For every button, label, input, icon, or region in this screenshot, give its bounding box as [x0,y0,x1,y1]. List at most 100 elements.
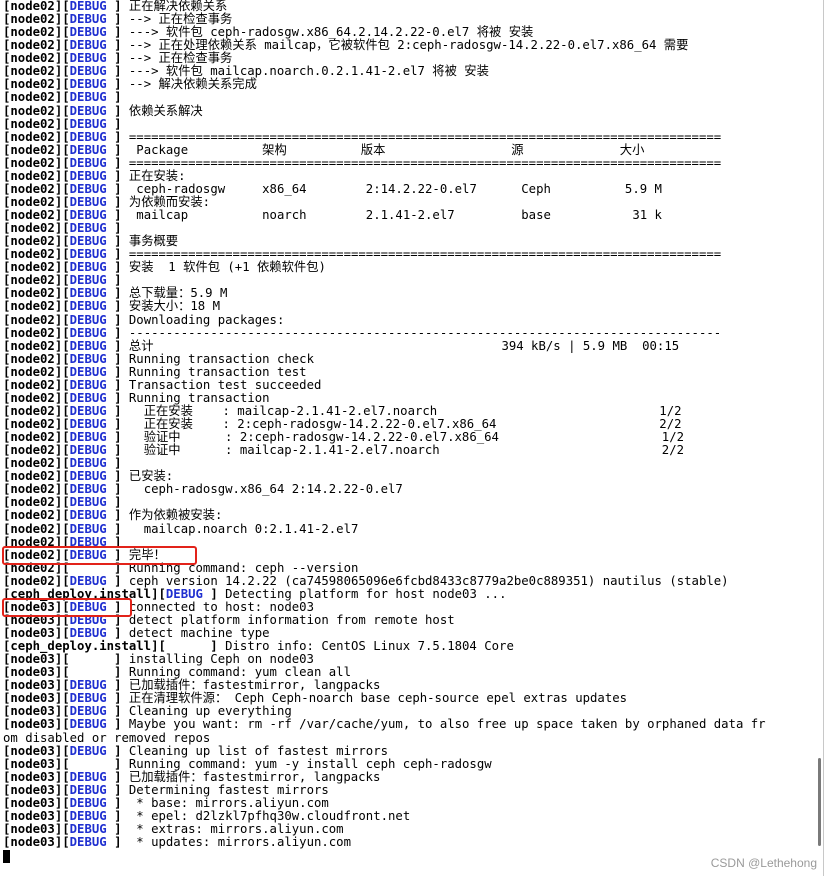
line-level: DEBUG [69,430,107,445]
line-host: node03 [10,808,55,823]
line-message: Transaction test succeeded [128,377,322,392]
line-message: --> 正在检查事务 [128,12,233,27]
line-level: DEBUG [69,116,107,131]
line-host: node02 [10,142,55,157]
highlight-box-complete [2,546,197,565]
line-message: Running command: yum clean all [128,665,351,680]
line-message: Detecting platform for host node03 ... [225,586,507,601]
line-level: DEBUG [69,717,107,732]
line-message: Running command: yum -y install ceph cep… [128,756,492,771]
line-level: DEBUG [69,808,107,823]
line-host: node02 [10,208,55,222]
line-message: * base: mirrors.aliyun.com [128,795,329,810]
line-host: node02 [10,521,55,536]
line-host: node02 [10,77,55,92]
line-message: ========================================… [128,155,722,170]
line-message: detect machine type [128,626,270,640]
line-host: node02 [10,116,55,131]
line-message: * updates: mirrors.aliyun.com [128,835,351,849]
line-host: node02 [10,508,55,523]
line-message: om disabled or removed repos [3,730,211,745]
line-level: DEBUG [69,194,107,209]
line-host: node02 [10,390,55,405]
line-message: 安装大小：18 M [128,299,220,314]
line-message: 正在安装 : 2:ceph-radosgw-14.2.22-0.el7.x86_… [128,417,682,431]
line-host: node02 [10,403,55,418]
highlight-box-node03 [2,598,132,617]
line-message: Running transaction check [128,351,314,366]
line-host: node02 [10,181,55,196]
line-level: DEBUG [69,573,107,588]
line-host: node02 [10,469,55,484]
line-message: Running transaction [128,390,270,405]
line-host: node02 [10,573,55,588]
line-host: node02 [10,417,55,431]
line-level: DEBUG [69,77,107,92]
line-message: ========================================… [128,129,722,144]
line-host: node03 [10,626,55,640]
line-message: 验证中 : 2:ceph-radosgw-14.2.22-0.el7.x86_6… [128,430,685,445]
line-message: Package 架构 版本 源 大小 [128,142,645,157]
line-level: DEBUG [69,691,107,706]
line-level: DEBUG [69,273,107,288]
line-host: node03 [10,756,55,771]
line-host: node03 [10,665,55,680]
line-message: 验证中 : mailcap-2.1.41-2.el7.noarch 2/2 [128,443,685,458]
line-level: DEBUG [165,586,203,601]
line-message: Downloading packages: [128,312,285,327]
line-message: 正在清理软件源： Ceph Ceph-noarch base ceph-sour… [128,691,628,706]
line-host: node03 [10,678,55,693]
line-message: ceph-radosgw x86_64 2:14.2.22-0.el7 Ceph… [128,181,662,196]
line-host: node03 [10,821,55,836]
line-host: node02 [10,260,55,275]
line-host: node02 [10,273,55,288]
line-message: 正在安装 : mailcap-2.1.41-2.el7.noarch 1/2 [128,403,682,418]
line-host: node02 [10,234,55,249]
line-message: 依赖关系解决 [128,103,203,118]
line-message: ceph-radosgw.x86_64 2:14.2.22-0.el7 [128,482,403,497]
line-level: DEBUG [69,351,107,366]
line-message: installing Ceph on node03 [128,652,314,667]
line-message: --> 解决依赖关系完成 [128,77,257,92]
line-message: Cleaning up list of fastest mirrors [128,743,389,758]
line-level: DEBUG [69,626,107,640]
line-host: node02 [10,12,55,27]
line-message: 总计 394 kB/s | 5.9 MB 00:15 [128,338,680,353]
line-level: DEBUG [69,208,107,222]
line-level: DEBUG [69,338,107,353]
line-level: DEBUG [69,469,107,484]
terminal-window[interactable]: [node02][DEBUG ] 正在解决依赖关系 [node02][DEBUG … [0,0,824,876]
line-message: 作为依赖被安装: [128,508,223,523]
line-host: node02 [10,338,55,353]
watermark: CSDN @Lethehong [710,856,817,870]
line-level: DEBUG [69,142,107,157]
line-level: DEBUG [69,364,107,379]
line-level: DEBUG [69,743,107,758]
line-host: node03 [10,835,55,849]
line-host: node02 [10,129,55,144]
line-host: node03 [10,717,55,732]
line-host: node02 [10,443,55,458]
line-message: * epel: d2lzkl7pfhq30w.cloudfront.net [128,808,411,823]
line-host: node02 [10,430,55,445]
vertical-scrollbar[interactable] [818,758,821,846]
line-host: node02 [10,377,55,392]
line-message: Running transaction test [128,364,307,379]
line-level: DEBUG [69,377,107,392]
line-message: mailcap.noarch 0:2.1.41-2.el7 [128,521,359,536]
line-level: DEBUG [69,90,107,105]
line-message: Cleaning up everything [128,704,292,719]
line-host: node03 [10,782,55,797]
line-message: Determining fastest mirrors [128,782,329,797]
line-host: node02 [10,364,55,379]
line-host: node02 [10,221,55,236]
line-level: DEBUG [69,403,107,418]
line-level: DEBUG [69,312,107,327]
line-host: node02 [10,351,55,366]
line-host: node02 [10,194,55,209]
line-message: detect platform information from remote … [128,612,455,627]
line-level: DEBUG [69,129,107,144]
line-level: DEBUG [69,221,107,236]
line-level: DEBUG [69,325,107,340]
line-level: DEBUG [69,260,107,275]
